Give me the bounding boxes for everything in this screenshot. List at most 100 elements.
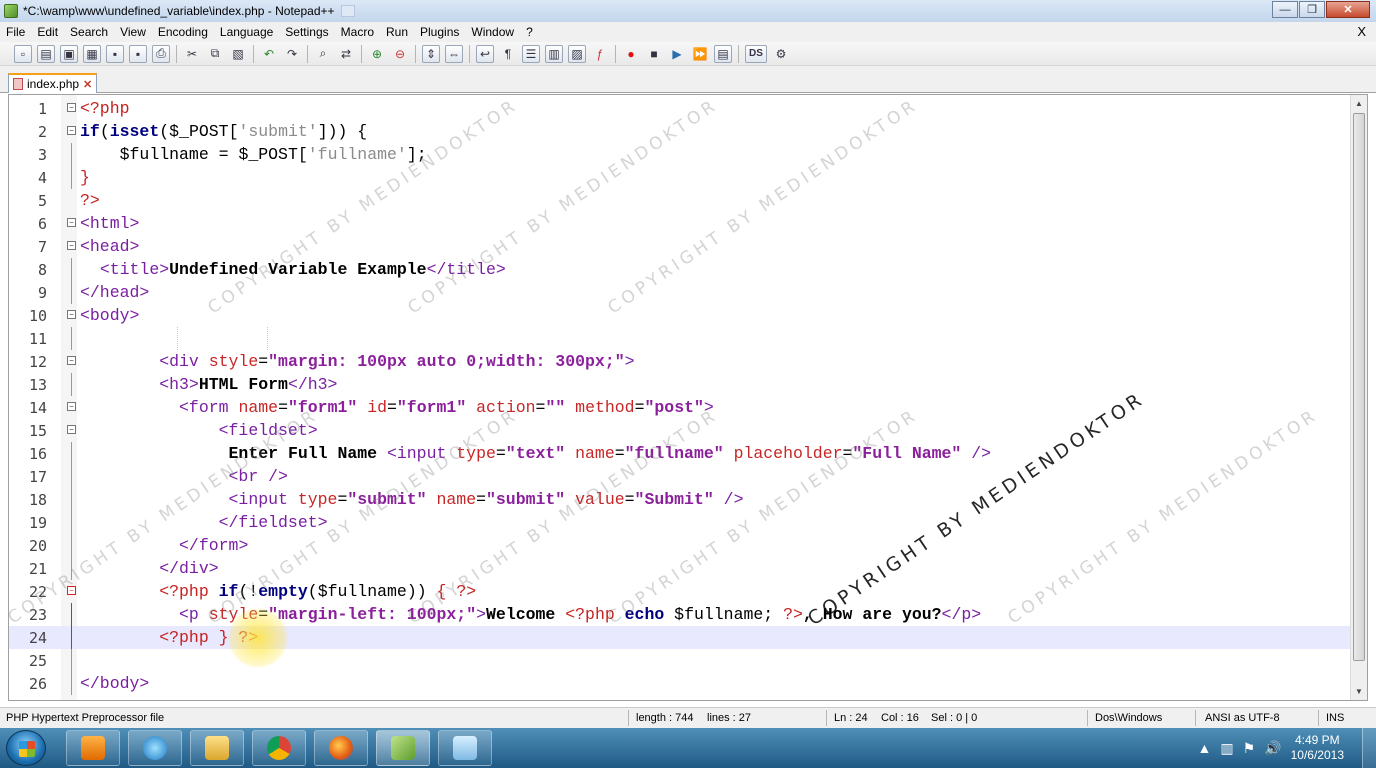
close-all-icon[interactable]: ▪ xyxy=(129,44,147,63)
action-center-icon[interactable]: ⚑ xyxy=(1243,740,1256,757)
code-line[interactable]: 13 <h3>HTML Form</h3> xyxy=(9,373,1350,396)
user-lang-icon[interactable]: ▥ xyxy=(545,44,563,63)
word-wrap-icon[interactable]: ↩ xyxy=(476,44,494,63)
sync-horizontal-icon[interactable]: ⇔ xyxy=(445,44,463,63)
indent-guide-icon[interactable]: ☰ xyxy=(522,44,540,63)
code-line[interactable]: 18 <input type="submit" name="submit" va… xyxy=(9,488,1350,511)
code-line[interactable]: 17 <br /> xyxy=(9,465,1350,488)
print-icon[interactable]: ⎙ xyxy=(152,44,170,63)
code-line[interactable]: 20 </form> xyxy=(9,534,1350,557)
clock[interactable]: 4:49 PM 10/6/2013 xyxy=(1291,733,1344,763)
sync-vertical-icon[interactable]: ⇕ xyxy=(422,44,440,63)
taskbar-file-explorer[interactable] xyxy=(190,730,244,766)
taskbar-notepadpp[interactable] xyxy=(376,730,430,766)
code-line[interactable]: 14 − <form name="form1" id="form1" action… xyxy=(9,396,1350,419)
new-file-icon[interactable]: ▫ xyxy=(14,44,32,63)
paste-icon[interactable]: ▧ xyxy=(229,45,247,63)
redo-icon[interactable]: ↷ xyxy=(283,45,301,63)
plugin-icon[interactable]: ⚙ xyxy=(772,45,790,63)
code-line[interactable]: 6 − <html> xyxy=(9,212,1350,235)
fold-toggle-icon[interactable]: − xyxy=(67,425,76,434)
code-editor[interactable]: 1− <?php 2− if(isset($_POST['submit'])) { … xyxy=(8,94,1368,701)
taskbar-chrome[interactable] xyxy=(252,730,306,766)
fold-toggle-icon[interactable]: − xyxy=(67,126,76,135)
code-line-current[interactable]: 24 <?php } ?> xyxy=(9,626,1350,649)
copy-icon[interactable]: ⧉ xyxy=(206,45,224,63)
show-hidden-icons-icon[interactable]: ▲ xyxy=(1198,740,1212,756)
vertical-scrollbar[interactable]: ▲ ▼ xyxy=(1350,95,1367,700)
code-line[interactable]: 7 − <head> xyxy=(9,235,1350,258)
fold-toggle-icon[interactable]: − xyxy=(67,356,76,365)
code-line[interactable]: 25 xyxy=(9,649,1350,672)
undo-icon[interactable]: ↶ xyxy=(260,45,278,63)
tab-index-php[interactable]: index.php ✕ xyxy=(8,73,98,93)
fold-toggle-icon[interactable]: − xyxy=(67,586,76,595)
network-icon[interactable]: ▥ xyxy=(1220,740,1233,757)
stop-record-icon[interactable]: ■ xyxy=(645,45,663,63)
save-all-icon[interactable]: ▦ xyxy=(83,44,101,63)
play-macro-icon[interactable]: ▶ xyxy=(668,45,686,63)
zoom-out-icon[interactable]: ⊖ xyxy=(391,45,409,63)
scroll-up-icon[interactable]: ▲ xyxy=(1351,99,1367,108)
tab-close-icon[interactable]: ✕ xyxy=(83,78,92,91)
menu-run[interactable]: Run xyxy=(380,25,414,39)
save-macro-icon[interactable]: ▤ xyxy=(714,44,732,63)
function-list-icon[interactable]: ƒ xyxy=(591,45,609,63)
minimize-button[interactable]: — xyxy=(1272,1,1298,18)
code-line[interactable]: 5 ?> xyxy=(9,189,1350,212)
menu-plugins[interactable]: Plugins xyxy=(414,25,465,39)
menu-encoding[interactable]: Encoding xyxy=(152,25,214,39)
show-desktop-button[interactable] xyxy=(1362,728,1376,768)
cut-icon[interactable]: ✂ xyxy=(183,45,201,63)
maximize-button[interactable]: ❐ xyxy=(1299,1,1325,18)
menu-help[interactable]: ? xyxy=(520,25,539,39)
close-icon[interactable]: ▪ xyxy=(106,44,124,63)
code-line[interactable]: 26 </body> xyxy=(9,672,1350,695)
ds-icon[interactable]: DS xyxy=(745,44,767,63)
scroll-down-icon[interactable]: ▼ xyxy=(1351,687,1367,696)
menu-language[interactable]: Language xyxy=(214,25,279,39)
zoom-in-icon[interactable]: ⊕ xyxy=(368,45,386,63)
menu-edit[interactable]: Edit xyxy=(31,25,64,39)
code-line[interactable]: 9 </head> xyxy=(9,281,1350,304)
menu-file[interactable]: File xyxy=(0,25,31,39)
doc-map-icon[interactable]: ▨ xyxy=(568,44,586,63)
open-file-icon[interactable]: ▤ xyxy=(37,44,55,63)
code-line[interactable]: 23 <p style="margin-left: 100px;">Welcom… xyxy=(9,603,1350,626)
run-macro-multiple-icon[interactable]: ⏩ xyxy=(691,45,709,63)
code-line[interactable]: 11 xyxy=(9,327,1350,350)
code-line[interactable]: 10 − <body> xyxy=(9,304,1350,327)
volume-icon[interactable]: 🔊 xyxy=(1264,740,1281,757)
code-line[interactable]: 1 − <?php xyxy=(9,97,1350,120)
code-line[interactable]: 12 − <div style="margin: 100px auto 0;wid… xyxy=(9,350,1350,373)
code-line[interactable]: 4} xyxy=(9,166,1350,189)
code-line[interactable]: 2 − if(isset($_POST['submit'])) { xyxy=(9,120,1350,143)
taskbar-media-player[interactable] xyxy=(66,730,120,766)
code-line[interactable]: 21 </div> xyxy=(9,557,1350,580)
code-line[interactable]: 15 − <fieldset> xyxy=(9,419,1350,442)
code-line[interactable]: 8 <title>Undefined Variable Example</tit… xyxy=(9,258,1350,281)
fold-toggle-icon[interactable]: − xyxy=(67,103,76,112)
fold-toggle-icon[interactable]: − xyxy=(67,402,76,411)
menu-macro[interactable]: Macro xyxy=(335,25,380,39)
menu-window[interactable]: Window xyxy=(465,25,520,39)
taskbar-firefox[interactable] xyxy=(314,730,368,766)
find-icon[interactable]: ⌕ xyxy=(314,45,332,63)
code-line[interactable]: 3 $fullname = $_POST['fullname']; xyxy=(9,143,1350,166)
taskbar-internet-explorer[interactable] xyxy=(128,730,182,766)
close-document-button[interactable]: X xyxy=(1357,24,1366,39)
fold-toggle-icon[interactable]: − xyxy=(67,310,76,319)
menu-settings[interactable]: Settings xyxy=(279,25,334,39)
replace-icon[interactable]: ⇄ xyxy=(337,45,355,63)
menu-view[interactable]: View xyxy=(114,25,152,39)
fold-toggle-icon[interactable]: − xyxy=(67,241,76,250)
code-line[interactable]: 19 </fieldset> xyxy=(9,511,1350,534)
record-macro-icon[interactable]: ● xyxy=(622,45,640,63)
scrollbar-thumb[interactable] xyxy=(1353,113,1365,661)
code-line[interactable]: 16 Enter Full Name <input type="text" na… xyxy=(9,442,1350,465)
window-title-bar[interactable]: *C:\wamp\www\undefined_variable\index.ph… xyxy=(0,0,1376,22)
show-all-chars-icon[interactable]: ¶ xyxy=(499,45,517,63)
menu-search[interactable]: Search xyxy=(64,25,114,39)
taskbar-notes[interactable] xyxy=(438,730,492,766)
code-line[interactable]: 22 − <?php if(!empty($fullname)) { ?> xyxy=(9,580,1350,603)
